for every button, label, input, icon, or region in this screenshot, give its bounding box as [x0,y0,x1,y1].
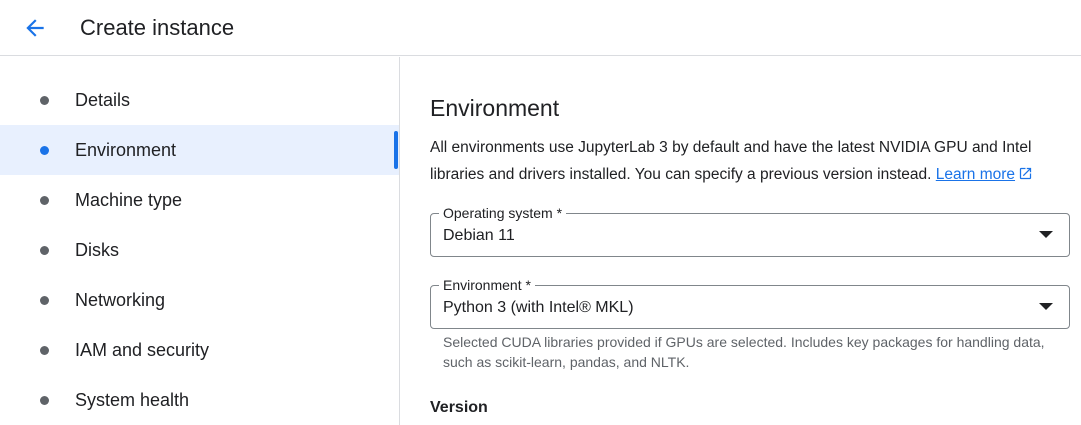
nav-item-label: Machine type [75,190,183,210]
step-dot-icon [40,296,49,305]
operating-system-select[interactable]: Operating system * Debian 11 [430,204,1070,257]
nav-item-networking[interactable]: Networking [0,275,399,325]
nav-item-machine-type[interactable]: Machine type [0,175,399,225]
nav-item-environment[interactable]: Environment [0,125,399,175]
step-dot-icon [40,346,49,355]
nav-item-details[interactable]: Details [0,75,399,125]
nav-item-label: Networking [75,290,166,310]
section-title: Environment [430,95,560,121]
environment-value: Python 3 (with Intel® MKL) [443,299,634,316]
dropdown-arrow-icon [1039,231,1053,238]
learn-more-link[interactable]: Learn more [936,166,1033,183]
open-in-new-icon [1019,167,1032,180]
nav-item-label: Disks [75,240,119,260]
step-dot-icon [40,196,49,205]
nav-item-label: Details [75,90,131,110]
stepper-nav: Details Environment Machine type Disks N… [0,57,400,425]
version-heading: Version [430,399,488,416]
operating-system-value: Debian 11 [443,227,515,244]
nav-item-system-health[interactable]: System health [0,375,399,425]
arrow-back-icon [26,19,44,37]
nav-item-iam-and-security[interactable]: IAM and security [0,325,399,375]
nav-item-label: Environment [75,140,177,160]
top-bar: Create instance [0,0,1081,56]
nav-item-label: IAM and security [75,340,210,360]
nav-item-disks[interactable]: Disks [0,225,399,275]
section-description: All environments use JupyterLab 3 by def… [430,134,1070,188]
page-title: Create instance [80,15,235,40]
environment-select[interactable]: Environment * Python 3 (with Intel® MKL) [430,276,1070,329]
step-dot-icon [40,246,49,255]
step-dot-icon [40,96,49,105]
operating-system-label: Operating system * [439,204,567,222]
environment-label: Environment * [439,276,535,294]
step-dot-icon [40,396,49,405]
back-button[interactable] [20,14,50,42]
dropdown-arrow-icon [1039,303,1053,310]
step-dot-icon [40,146,49,155]
learn-more-label: Learn more [935,166,1016,183]
environment-panel: Environment All environments use Jupyter… [401,57,1081,425]
environment-hint: Selected CUDA libraries provided if GPUs… [443,334,1045,370]
nav-item-label: System health [75,390,190,410]
